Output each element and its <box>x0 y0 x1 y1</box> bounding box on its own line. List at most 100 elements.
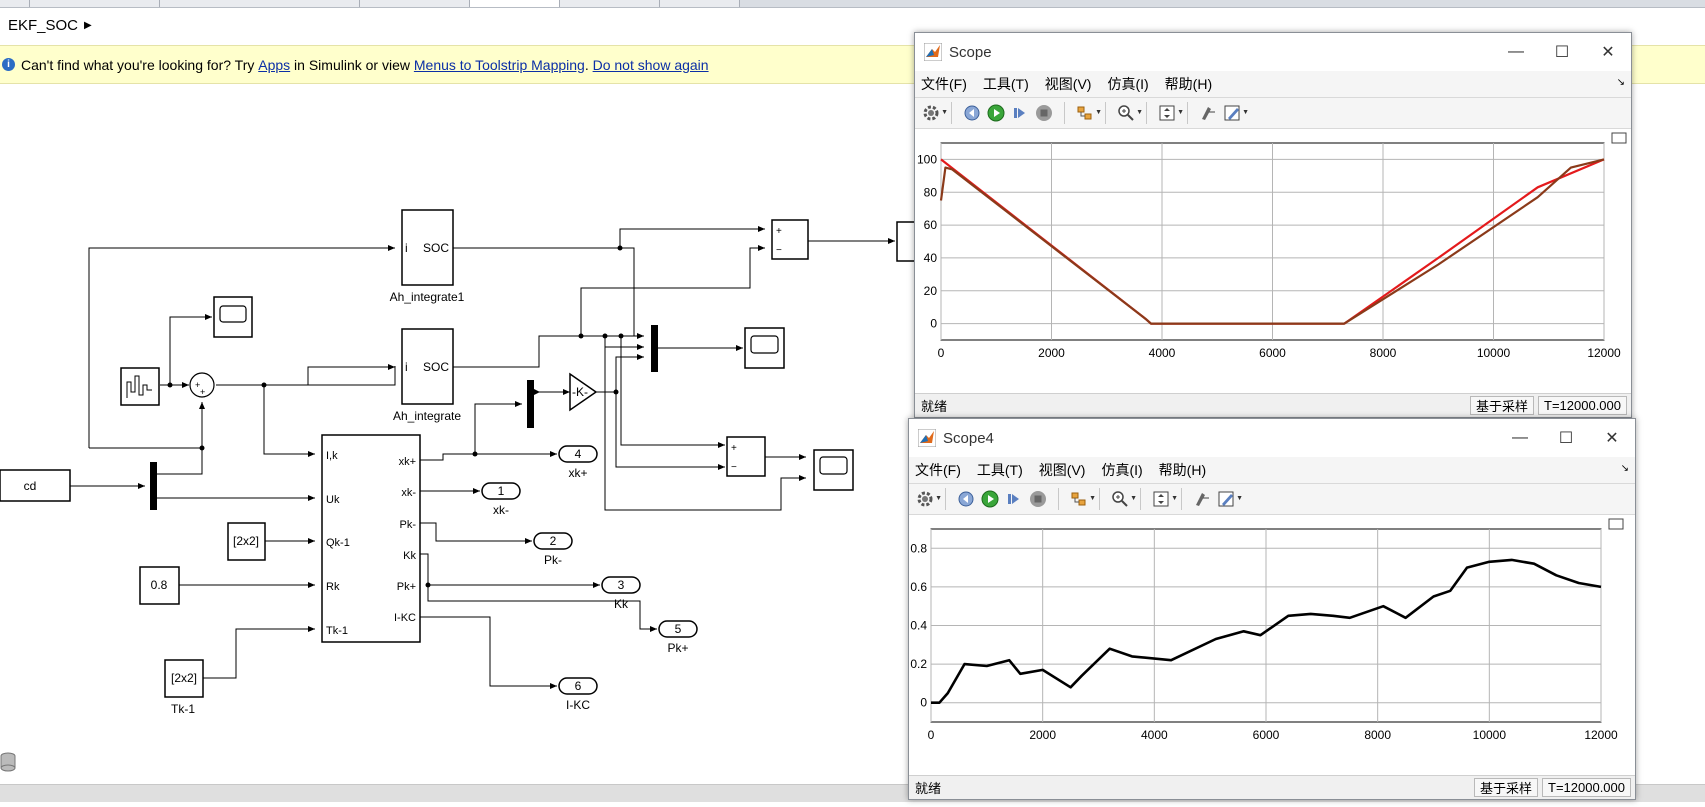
signal-line[interactable] <box>307 364 395 385</box>
ah-integrate-block[interactable]: i SOC Ah_integrate <box>393 328 461 423</box>
model-name[interactable]: EKF_SOC <box>8 17 78 34</box>
scope-window[interactable]: Scope — ☐ ✕ 文件(F) 工具(T) 视图(V) 仿真(I) 帮助(H… <box>914 32 1632 418</box>
signal-line[interactable] <box>620 247 644 339</box>
signal-line[interactable] <box>88 245 395 448</box>
step-forward-icon[interactable] <box>1004 489 1024 509</box>
outport-block[interactable]: 5 Pk+ <box>658 620 698 655</box>
scale-y-axis-icon[interactable]: ▼ <box>1157 103 1184 123</box>
edit-style-icon[interactable]: ▼ <box>1216 489 1243 509</box>
dock-icon[interactable]: ↘ <box>1621 463 1629 474</box>
outport-block[interactable]: 1 xk- <box>481 482 521 517</box>
apps-link[interactable]: Apps <box>258 57 290 73</box>
menu-view[interactable]: 视图(V) <box>1039 460 1086 480</box>
scope4-window[interactable]: Scope4 — ☐ ✕ 文件(F) 工具(T) 视图(V) 仿真(I) 帮助(… <box>908 418 1636 800</box>
cursor-measurements-icon[interactable] <box>1192 489 1212 509</box>
mux-block[interactable] <box>527 380 534 428</box>
highlight-simulink-block-icon[interactable]: ▼ <box>1069 489 1096 509</box>
menu-simulation[interactable]: 仿真(I) <box>1101 460 1142 480</box>
close-button[interactable]: ✕ <box>1589 419 1635 457</box>
signal-line[interactable] <box>604 336 644 350</box>
signal-line[interactable] <box>453 335 644 368</box>
signal-line[interactable] <box>420 522 532 544</box>
menus-to-toolstrip-mapping-link[interactable]: Menus to Toolstrip Mapping <box>414 57 585 73</box>
tab[interactable] <box>470 0 560 7</box>
signal-line[interactable] <box>420 616 557 689</box>
from-block-cd[interactable]: cd <box>0 469 71 502</box>
stop-icon[interactable] <box>1034 103 1054 123</box>
signal-builder-block[interactable] <box>120 367 160 406</box>
tab[interactable] <box>560 0 660 7</box>
maximize-button[interactable]: ☐ <box>1539 33 1585 71</box>
signal-line[interactable] <box>595 354 644 393</box>
stop-icon[interactable] <box>1028 489 1048 509</box>
maximize-button[interactable]: ☐ <box>1543 419 1589 457</box>
dock-icon[interactable]: ↘ <box>1617 77 1625 88</box>
scope4-plot[interactable]: 0 2000 4000 6000 8000 10000 12000 0 0.2 0.4 0.6 0.8 <box>909 515 1635 777</box>
plot-area[interactable]: 0 2000 4000 6000 8000 10000 12000 0 0.2 0.4 0.6 0.8 <box>909 515 1635 777</box>
outport-block[interactable]: 4 xk+ <box>558 445 598 480</box>
menu-help[interactable]: 帮助(H) <box>1165 74 1212 94</box>
signal-line[interactable] <box>155 402 205 475</box>
menu-simulation[interactable]: 仿真(I) <box>1107 74 1148 94</box>
restore-axes-icon[interactable] <box>1611 132 1627 144</box>
mux-block-scope[interactable] <box>651 325 658 372</box>
menu-tools[interactable]: 工具(T) <box>983 74 1029 94</box>
settings-gear-icon[interactable]: ▼ <box>921 103 948 123</box>
signal-line[interactable] <box>216 366 396 386</box>
zoom-in-icon[interactable]: ▼ <box>1110 489 1137 509</box>
outport-block[interactable]: 2 Pk- <box>533 532 573 567</box>
menu-view[interactable]: 视图(V) <box>1045 74 1092 94</box>
outport-block[interactable]: 3 Kk <box>601 576 641 611</box>
minimize-button[interactable]: — <box>1493 33 1539 71</box>
scope-block-bottom[interactable] <box>813 449 854 491</box>
edit-style-icon[interactable]: ▼ <box>1222 103 1249 123</box>
ekf-subsystem-block[interactable]: I,k Uk Qk-1 Rk Tk-1 xk+ xk- Pk- Kk Pk+ I-KC <box>321 434 421 643</box>
sum-block-bottom[interactable]: + − <box>726 436 766 477</box>
signal-line[interactable] <box>604 347 806 511</box>
title-bar[interactable]: Scope — ☐ ✕ <box>915 33 1631 71</box>
database-icon[interactable] <box>0 752 16 772</box>
editor-tab-strip[interactable] <box>0 0 1705 8</box>
step-back-icon[interactable] <box>962 103 982 123</box>
constant-block-qk[interactable]: [2x2] <box>227 522 266 561</box>
menu-file[interactable]: 文件(F) <box>921 74 967 94</box>
tab[interactable] <box>0 0 30 7</box>
sum-block-top[interactable]: + − <box>771 219 809 260</box>
tab[interactable] <box>360 0 470 7</box>
signal-line[interactable] <box>580 245 765 336</box>
close-button[interactable]: ✕ <box>1585 33 1631 71</box>
signal-line[interactable] <box>615 392 725 470</box>
scope-plot[interactable]: 0 2000 4000 6000 8000 10000 12000 0 20 40 60 80 100 <box>915 129 1631 395</box>
tab[interactable] <box>660 0 740 7</box>
settings-gear-icon[interactable]: ▼ <box>915 489 942 509</box>
cursor-measurements-icon[interactable] <box>1198 103 1218 123</box>
menu-help[interactable]: 帮助(H) <box>1159 460 1206 480</box>
ah-integrate1-block[interactable]: i SOC Ah_integrate1 <box>390 209 465 304</box>
minimize-button[interactable]: — <box>1497 419 1543 457</box>
model-canvas[interactable]: i SOC Ah_integrate1 i SOC Ah_integrate +… <box>0 86 920 782</box>
constant-block-tk[interactable]: [2x2] Tk-1 <box>164 659 204 716</box>
step-back-icon[interactable] <box>956 489 976 509</box>
do-not-show-again-link[interactable]: Do not show again <box>593 57 709 73</box>
chevron-right-icon[interactable]: ▶ <box>84 20 92 31</box>
scale-y-axis-icon[interactable]: ▼ <box>1151 489 1178 509</box>
run-icon[interactable] <box>980 489 1000 509</box>
highlight-simulink-block-icon[interactable]: ▼ <box>1075 103 1102 123</box>
signal-line[interactable] <box>453 226 765 249</box>
gain-block[interactable]: -K- <box>569 372 598 412</box>
zoom-in-icon[interactable]: ▼ <box>1116 103 1143 123</box>
restore-axes-icon[interactable] <box>1608 518 1624 530</box>
signal-line[interactable] <box>420 553 600 588</box>
signal-line[interactable] <box>620 336 725 448</box>
sum-block-main[interactable]: + + <box>189 372 215 398</box>
constant-block-rk[interactable]: 0.8 <box>139 566 180 605</box>
plot-area[interactable]: 0 2000 4000 6000 8000 10000 12000 0 20 40 60 80 100 <box>915 129 1631 395</box>
tab[interactable] <box>30 0 160 7</box>
run-icon[interactable] <box>986 103 1006 123</box>
signal-line[interactable] <box>203 626 315 679</box>
tab[interactable] <box>160 0 360 7</box>
signal-line[interactable] <box>263 385 315 457</box>
scope-block-middle[interactable] <box>744 327 785 369</box>
scope-block-top-left[interactable] <box>213 296 253 338</box>
title-bar[interactable]: Scope4 — ☐ ✕ <box>909 419 1635 457</box>
